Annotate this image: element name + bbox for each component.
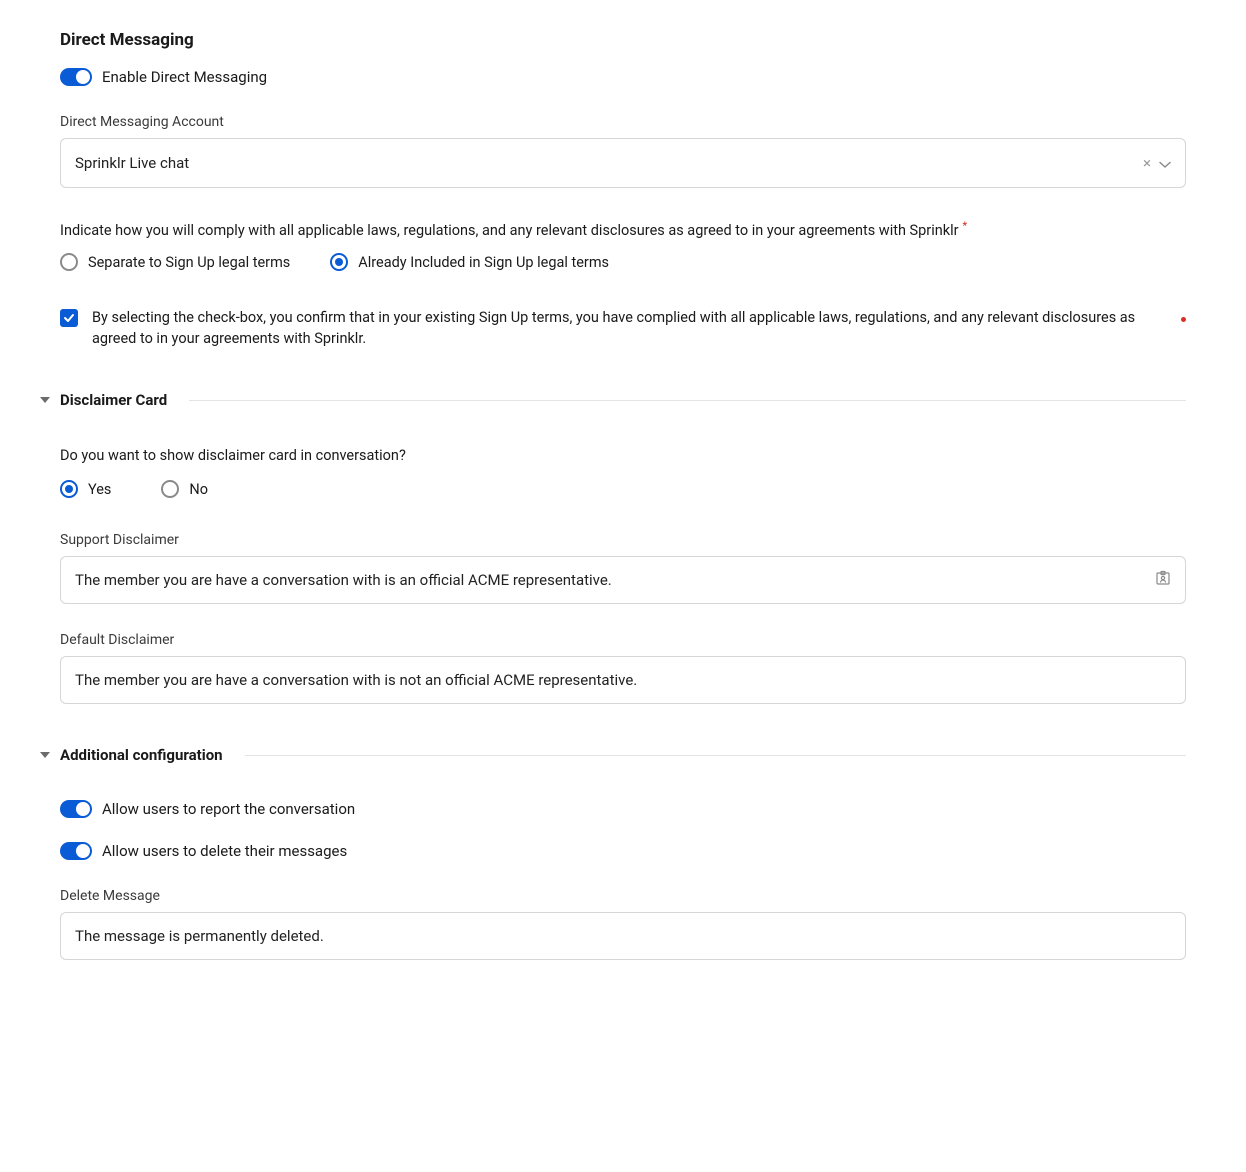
toggle-allow-report-label: Allow users to report the conversation [102,800,355,818]
select-dm-account[interactable]: Sprinklr Live chat × [60,138,1186,188]
caret-down-icon[interactable] [40,397,50,403]
radio-outer-icon [330,253,348,271]
section-title-disclaimer: Disclaimer Card [60,391,167,409]
input-default-disclaimer[interactable]: The member you are have a conversation w… [60,656,1186,704]
checkbox-confirm-compliance[interactable] [60,309,78,327]
divider [245,755,1186,756]
label-delete-message: Delete Message [60,888,1186,904]
toggle-allow-delete-label: Allow users to delete their messages [102,842,347,860]
toggle-enable-dm-label: Enable Direct Messaging [102,68,267,86]
radio-outer-icon [60,480,78,498]
radio-disclaimer-yes[interactable]: Yes [60,480,111,498]
input-support-disclaimer[interactable]: The member you are have a conversation w… [60,556,1186,604]
required-asterisk-icon: * [963,221,968,232]
input-support-disclaimer-value: The member you are have a conversation w… [75,571,612,589]
contact-card-icon[interactable] [1155,570,1171,590]
toggle-allow-delete[interactable] [60,842,92,860]
radio-inner-icon [65,485,73,493]
radio-inner-icon [335,258,343,266]
radio-outer-icon [161,480,179,498]
radio-separate-terms-label: Separate to Sign Up legal terms [88,254,290,271]
input-delete-message-value: The message is permanently deleted. [75,927,324,945]
disclaimer-show-question: Do you want to show disclaimer card in c… [60,445,1186,466]
input-default-disclaimer-value: The member you are have a conversation w… [75,671,637,689]
radio-included-terms[interactable]: Already Included in Sign Up legal terms [330,253,609,271]
input-delete-message[interactable]: The message is permanently deleted. [60,912,1186,960]
required-dot-icon [1181,317,1186,322]
label-dm-account: Direct Messaging Account [60,114,1186,130]
section-title-additional: Additional configuration [60,746,223,764]
clear-icon[interactable]: × [1143,154,1151,172]
radio-disclaimer-no-label: No [189,481,208,498]
divider [189,400,1186,401]
caret-down-icon[interactable] [40,752,50,758]
select-dm-account-value: Sprinklr Live chat [75,154,189,172]
toggle-allow-report[interactable] [60,800,92,818]
radio-disclaimer-no[interactable]: No [161,480,208,498]
radio-disclaimer-yes-label: Yes [88,481,111,498]
section-title-direct-messaging: Direct Messaging [60,30,1186,50]
radio-separate-terms[interactable]: Separate to Sign Up legal terms [60,253,290,271]
confirm-compliance-text: By selecting the check-box, you confirm … [92,307,1157,349]
radio-outer-icon [60,253,78,271]
radio-included-terms-label: Already Included in Sign Up legal terms [358,254,609,271]
label-support-disclaimer: Support Disclaimer [60,532,1186,548]
label-default-disclaimer: Default Disclaimer [60,632,1186,648]
compliance-text: Indicate how you will comply with all ap… [60,222,959,239]
chevron-down-icon[interactable] [1159,157,1171,169]
toggle-enable-dm[interactable] [60,68,92,86]
